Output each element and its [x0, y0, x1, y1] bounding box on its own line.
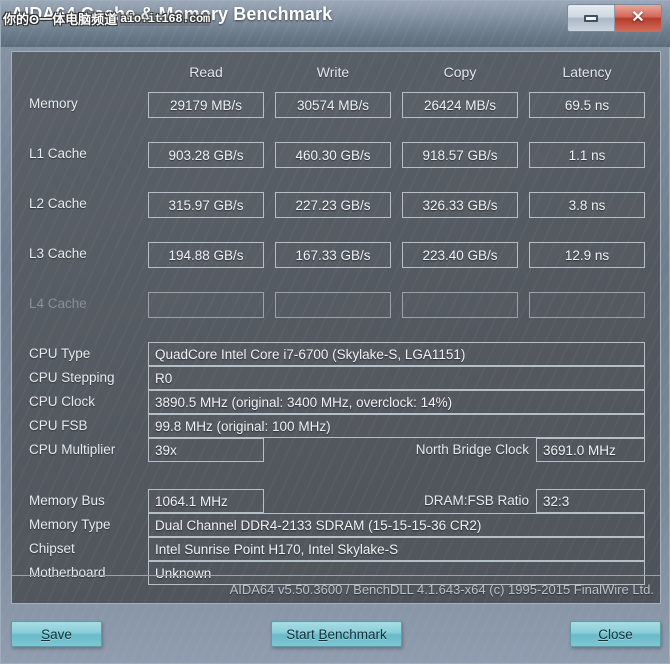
info-label-cpu-type: CPU Type — [29, 346, 91, 361]
info-value-cpu-clock: 3890.5 MHz (original: 3400 MHz, overcloc… — [148, 390, 645, 414]
cell-l4-write — [275, 292, 391, 318]
benchmark-row-l4-cache: L4 Cache — [12, 292, 660, 318]
row-label-l1-cache: L1 Cache — [29, 146, 87, 161]
cell-l4-read — [148, 292, 264, 318]
save-button-label: Save — [41, 626, 72, 642]
cell-l1-write: 460.30 GB/s — [275, 142, 391, 168]
info-row-memory-type: Memory Type Dual Channel DDR4-2133 SDRAM… — [12, 513, 660, 537]
main-panel: Read Write Copy Latency Memory 29179 MB/… — [11, 51, 661, 604]
info-label-memory-bus: Memory Bus — [29, 493, 105, 508]
benchmark-row-l3-cache: L3 Cache 194.88 GB/s 167.33 GB/s 223.40 … — [12, 242, 660, 268]
minimize-button[interactable] — [568, 5, 615, 31]
info-label-dram-fsb-ratio: DRAM:FSB Ratio — [423, 493, 529, 508]
cell-l2-read: 315.97 GB/s — [148, 192, 264, 218]
info-value-memory-type: Dual Channel DDR4-2133 SDRAM (15-15-15-3… — [148, 513, 645, 537]
column-header-latency: Latency — [562, 64, 612, 80]
cell-l3-copy: 223.40 GB/s — [402, 242, 518, 268]
cell-memory-latency: 69.5 ns — [529, 92, 645, 118]
cell-l1-latency: 1.1 ns — [529, 142, 645, 168]
window-controls: ✕ — [567, 4, 662, 32]
start-benchmark-button[interactable]: Start Benchmark — [271, 621, 402, 647]
benchmark-column-headers: Read Write Copy Latency — [12, 64, 660, 84]
info-row-cpu-stepping: CPU Stepping R0 — [12, 366, 660, 390]
info-label-cpu-clock: CPU Clock — [29, 394, 96, 409]
benchmark-row-l2-cache: L2 Cache 315.97 GB/s 227.23 GB/s 326.33 … — [12, 192, 660, 218]
cell-memory-read: 29179 MB/s — [148, 92, 264, 118]
info-label-memory-type: Memory Type — [29, 517, 111, 532]
info-label-north-bridge-clock: North Bridge Clock — [415, 442, 529, 457]
version-text: AIDA64 v5.50.3600 / BenchDLL 4.1.643-x64… — [229, 582, 654, 597]
benchmark-row-memory: Memory 29179 MB/s 30574 MB/s 26424 MB/s … — [12, 92, 660, 118]
row-label-memory: Memory — [29, 96, 78, 111]
row-label-l4-cache: L4 Cache — [29, 296, 87, 311]
row-label-l3-cache: L3 Cache — [29, 246, 87, 261]
close-icon: ✕ — [631, 9, 645, 26]
cell-l3-latency: 12.9 ns — [529, 242, 645, 268]
info-value-cpu-type: QuadCore Intel Core i7-6700 (Skylake-S, … — [148, 342, 645, 366]
info-label-cpu-multiplier: CPU Multiplier — [29, 442, 116, 457]
save-button[interactable]: Save — [11, 621, 102, 647]
info-value-cpu-fsb: 99.8 MHz (original: 100 MHz) — [148, 414, 645, 438]
info-value-chipset: Intel Sunrise Point H170, Intel Skylake-… — [148, 537, 645, 561]
info-value-memory-bus: 1064.1 MHz — [148, 489, 264, 513]
cell-l4-latency — [529, 292, 645, 318]
info-label-chipset: Chipset — [29, 541, 75, 556]
cell-l2-copy: 326.33 GB/s — [402, 192, 518, 218]
info-row-cpu-type: CPU Type QuadCore Intel Core i7-6700 (Sk… — [12, 342, 660, 366]
row-label-l2-cache: L2 Cache — [29, 196, 87, 211]
info-value-cpu-multiplier: 39x — [148, 438, 264, 462]
info-row-chipset: Chipset Intel Sunrise Point H170, Intel … — [12, 537, 660, 561]
start-benchmark-button-label: Start Benchmark — [286, 626, 387, 642]
cell-l4-copy — [402, 292, 518, 318]
aida64-benchmark-window: AIDA64 Cache & Memory Benchmark 你的O一体电脑频… — [0, 0, 670, 664]
cell-l1-read: 903.28 GB/s — [148, 142, 264, 168]
column-header-read: Read — [189, 64, 223, 80]
version-info-bar: AIDA64 v5.50.3600 / BenchDLL 4.1.643-x64… — [12, 575, 660, 603]
close-button-label: Close — [598, 626, 633, 642]
info-value-cpu-stepping: R0 — [148, 366, 645, 390]
info-value-north-bridge-clock: 3691.0 MHz — [536, 438, 645, 462]
info-label-cpu-fsb: CPU FSB — [29, 418, 88, 433]
window-title: AIDA64 Cache & Memory Benchmark — [11, 4, 333, 24]
info-label-cpu-stepping: CPU Stepping — [29, 370, 115, 385]
minimize-icon — [584, 14, 598, 22]
cell-l2-write: 227.23 GB/s — [275, 192, 391, 218]
info-row-cpu-fsb: CPU FSB 99.8 MHz (original: 100 MHz) — [12, 414, 660, 438]
cell-memory-copy: 26424 MB/s — [402, 92, 518, 118]
title-bar[interactable]: AIDA64 Cache & Memory Benchmark 你的O一体电脑频… — [1, 1, 670, 47]
info-row-cpu-multiplier: CPU Multiplier 39x North Bridge Clock 36… — [12, 438, 660, 462]
close-button[interactable]: Close — [570, 621, 661, 647]
info-row-cpu-clock: CPU Clock 3890.5 MHz (original: 3400 MHz… — [12, 390, 660, 414]
benchmark-row-l1-cache: L1 Cache 903.28 GB/s 460.30 GB/s 918.57 … — [12, 142, 660, 168]
cell-l3-write: 167.33 GB/s — [275, 242, 391, 268]
close-window-button[interactable]: ✕ — [615, 5, 661, 31]
column-header-write: Write — [316, 64, 350, 80]
info-value-dram-fsb-ratio: 32:3 — [536, 489, 645, 513]
column-header-copy: Copy — [443, 64, 477, 80]
cell-l3-read: 194.88 GB/s — [148, 242, 264, 268]
cell-l1-copy: 918.57 GB/s — [402, 142, 518, 168]
cell-memory-write: 30574 MB/s — [275, 92, 391, 118]
info-row-memory-bus: Memory Bus 1064.1 MHz DRAM:FSB Ratio 32:… — [12, 489, 660, 513]
cell-l2-latency: 3.8 ns — [529, 192, 645, 218]
